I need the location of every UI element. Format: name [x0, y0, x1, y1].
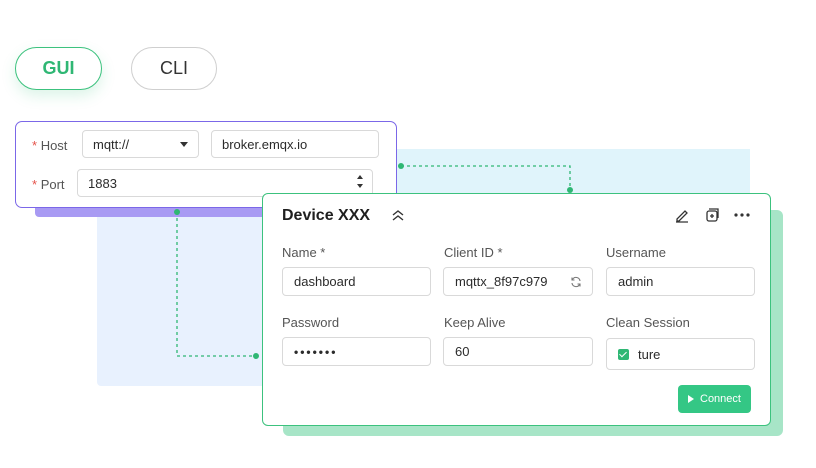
cli-tab[interactable]: CLI: [131, 47, 217, 90]
username-value: admin: [618, 274, 654, 289]
host-value: broker.emqx.io: [222, 136, 308, 152]
play-icon: [688, 395, 694, 403]
gui-tab[interactable]: GUI: [15, 47, 102, 90]
name-label: Name *: [282, 245, 326, 260]
host-input[interactable]: broker.emqx.io: [211, 130, 379, 158]
required-mark: *: [32, 177, 38, 192]
keep-alive-input[interactable]: 60: [443, 337, 593, 366]
username-input[interactable]: admin: [606, 267, 755, 296]
edit-icon[interactable]: [674, 207, 690, 223]
clean-session-value: ture: [638, 346, 661, 362]
username-label: Username: [606, 245, 666, 260]
client-id-label: Client ID *: [444, 245, 503, 260]
protocol-value: mqtt://: [93, 136, 130, 152]
name-input[interactable]: dashboard: [282, 267, 431, 296]
required-mark: *: [32, 138, 38, 153]
add-window-icon[interactable]: [704, 207, 720, 223]
refresh-icon[interactable]: [570, 276, 582, 288]
clean-session-label: Clean Session: [606, 315, 690, 330]
password-input[interactable]: •••••••: [282, 337, 431, 366]
clean-session-field[interactable]: ture: [606, 338, 755, 370]
clean-session-checkbox[interactable]: [618, 348, 629, 360]
device-card: Device XXX Name * dashboard Client ID * …: [262, 193, 771, 426]
port-value: 1883: [88, 175, 117, 191]
client-id-value: mqttx_8f97c979: [455, 274, 548, 289]
keep-alive-label: Keep Alive: [444, 315, 506, 330]
host-label-row: * Host: [32, 138, 67, 153]
port-label: Port: [40, 177, 65, 192]
client-id-input[interactable]: mqttx_8f97c979: [443, 267, 593, 296]
port-label-row: * Port: [32, 177, 65, 192]
device-title: Device XXX: [282, 207, 371, 224]
collapse-icon[interactable]: [391, 208, 405, 222]
host-label: Host: [40, 138, 68, 153]
connect-button[interactable]: Connect: [678, 385, 751, 413]
protocol-select[interactable]: mqtt://: [82, 130, 199, 158]
caret-down-icon: [180, 142, 188, 147]
password-value: •••••••: [294, 344, 338, 359]
password-label: Password: [282, 315, 340, 330]
keep-alive-value: 60: [455, 344, 470, 359]
more-icon[interactable]: [733, 207, 751, 223]
name-value: dashboard: [294, 274, 356, 289]
stepper-icon[interactable]: [357, 175, 363, 188]
connect-label: Connect: [700, 393, 741, 405]
